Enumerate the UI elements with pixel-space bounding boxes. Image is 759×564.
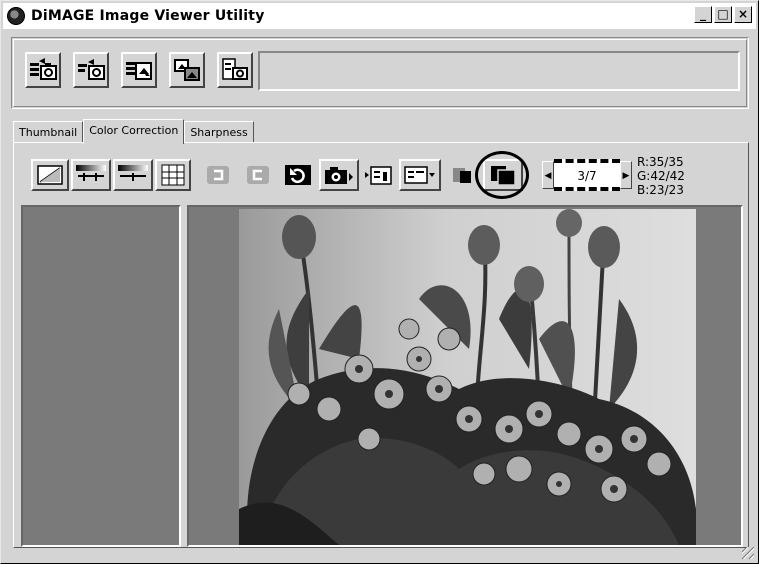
color-balance-icon (118, 165, 148, 181)
main-toolbar-frame (13, 39, 747, 107)
convert-button[interactable] (169, 52, 205, 88)
window-title: DiMAGE Image Viewer Utility (31, 8, 265, 24)
camera-settings-button[interactable] (217, 52, 253, 88)
green-value: G:42/42 (637, 169, 685, 183)
resize-grip[interactable] (742, 547, 754, 559)
image-preview-pane (187, 205, 743, 547)
next-frame-button[interactable]: ▶ (620, 161, 632, 189)
reset-icon (285, 165, 311, 185)
compare-before-button[interactable] (447, 159, 477, 191)
tab-thumbnail[interactable]: Thumbnail (13, 121, 84, 143)
title-bar[interactable]: DiMAGE Image Viewer Utility _ □ × (3, 3, 756, 29)
save-settings-button[interactable] (361, 159, 397, 191)
rgb-readout: R:35/35 G:42/42 B:23/23 (637, 155, 685, 197)
reset-button[interactable] (281, 159, 315, 191)
frame-navigator: ◀ 3/7 ▶ (542, 159, 632, 191)
highlight-circle (475, 151, 529, 199)
redo-icon (247, 166, 269, 184)
blue-value: B:23/23 (637, 183, 684, 197)
undo-disabled-button[interactable] (201, 159, 235, 191)
camera-snapshot-icon (325, 167, 353, 184)
convert-images-icon (174, 59, 200, 81)
frame-counter: 3/7 (577, 169, 597, 183)
levels-button[interactable] (71, 159, 111, 191)
app-logo-icon[interactable] (7, 7, 25, 25)
tab-strip: Thumbnail Color Correction Sharpness (13, 119, 254, 144)
levels-icon (76, 165, 106, 181)
arrow-left-icon: ◀ (544, 169, 552, 180)
variations-icon (161, 164, 185, 186)
settings-dropdown-icon (404, 166, 435, 184)
caption-buttons: _ □ × (694, 6, 752, 23)
flower-photo (239, 209, 696, 545)
transfer-images-icon (30, 58, 57, 80)
snapshot-button[interactable] (319, 159, 359, 191)
tab-sharpness[interactable]: Sharpness (184, 121, 254, 143)
main-toolbar (11, 37, 749, 109)
minimize-button[interactable]: _ (694, 6, 712, 23)
tone-curve-button[interactable] (31, 159, 69, 191)
camera-import-icon (78, 59, 105, 80)
arrow-right-icon: ▶ (622, 169, 630, 180)
film-strip: 3/7 (554, 159, 620, 191)
prev-frame-button[interactable]: ◀ (542, 161, 554, 189)
color-balance-button[interactable] (113, 159, 153, 191)
save-settings-icon (365, 166, 392, 185)
load-settings-button[interactable] (399, 159, 441, 191)
import-button[interactable] (73, 52, 109, 88)
tab-color-correction[interactable]: Color Correction (83, 119, 185, 144)
before-after-icon (453, 168, 471, 183)
app-window: DiMAGE Image Viewer Utility _ □ × Thumbn… (0, 0, 759, 564)
maximize-button[interactable]: □ (714, 6, 732, 23)
red-value: R:35/35 (637, 155, 684, 169)
info-display (258, 51, 740, 91)
redo-disabled-button[interactable] (241, 159, 275, 191)
original-thumbnail-pane (21, 205, 181, 547)
camera-settings-icon (222, 58, 248, 80)
batch-transfer-icon (126, 62, 152, 80)
transfer-button[interactable] (25, 52, 61, 88)
batch-button[interactable] (121, 52, 157, 88)
close-button[interactable]: × (734, 6, 752, 23)
variations-button[interactable] (155, 159, 191, 191)
undo-icon (207, 166, 229, 184)
tone-curve-icon (37, 165, 63, 185)
